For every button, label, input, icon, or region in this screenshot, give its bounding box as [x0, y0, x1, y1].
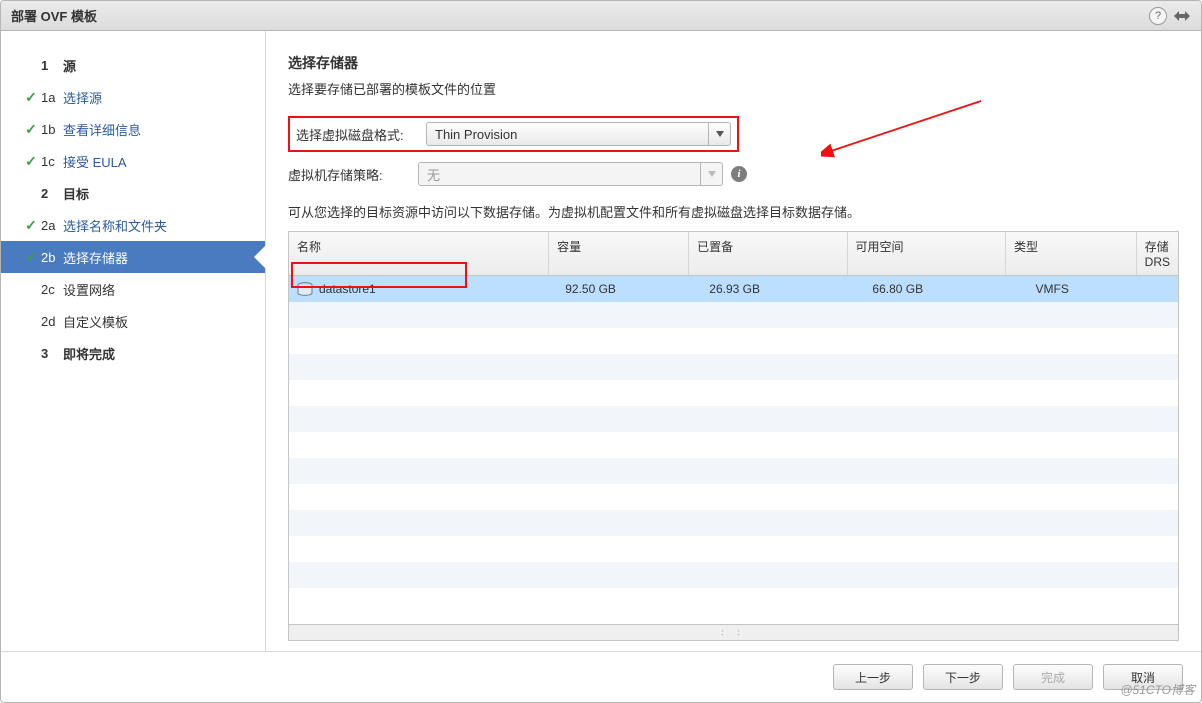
datastore-table: 名称 容量 已置备 可用空间 类型 存储 DRS datastore1 92.50…	[288, 231, 1179, 641]
check-icon: ✓	[21, 217, 41, 234]
page-title: 选择存储器	[288, 53, 1179, 73]
disk-format-row-highlight: 选择虚拟磁盘格式: Thin Provision	[288, 116, 739, 152]
ovf-deploy-dialog: 部署 OVF 模板 ? 1 源✓1a 选择源✓1b 查看详细信息✓1c 接受 E…	[0, 0, 1202, 703]
table-row	[289, 562, 1178, 588]
step-label: 源	[63, 56, 76, 75]
disk-format-label: 选择虚拟磁盘格式:	[296, 125, 426, 144]
step-label: 设置网络	[63, 280, 115, 299]
titlebar: 部署 OVF 模板 ?	[1, 1, 1201, 31]
next-button[interactable]: 下一步	[923, 664, 1003, 690]
step-number: 1c	[41, 154, 63, 169]
chevron-down-icon	[708, 123, 730, 145]
step-number: 3	[41, 346, 63, 361]
step-label: 查看详细信息	[63, 120, 141, 139]
table-header-row: 名称 容量 已置备 可用空间 类型 存储 DRS	[289, 232, 1178, 276]
col-header-drs[interactable]: 存储 DRS	[1137, 232, 1178, 275]
table-row	[289, 302, 1178, 328]
table-row[interactable]: datastore1 92.50 GB26.93 GB66.80 GBVMFS	[289, 276, 1178, 302]
step-label: 接受 EULA	[63, 152, 127, 171]
table-row	[289, 380, 1178, 406]
table-body: datastore1 92.50 GB26.93 GB66.80 GBVMFS	[289, 276, 1178, 624]
col-header-free[interactable]: 可用空间	[848, 232, 1006, 275]
wizard-step-1c[interactable]: ✓1c 接受 EULA	[1, 145, 265, 177]
wizard-step-1: 1 源	[1, 49, 265, 81]
cell-name: datastore1	[289, 282, 557, 296]
window-title: 部署 OVF 模板	[11, 6, 1149, 25]
cell-provisioned: 26.93 GB	[701, 282, 864, 296]
dock-icon[interactable]	[1173, 9, 1191, 23]
disk-format-select[interactable]: Thin Provision	[426, 122, 731, 146]
wizard-footer: 上一步 下一步 完成 取消	[1, 651, 1201, 702]
step-number: 2b	[41, 250, 63, 265]
step-label: 即将完成	[63, 344, 115, 363]
info-icon[interactable]: i	[731, 166, 747, 182]
wizard-step-2: 2 目标	[1, 177, 265, 209]
check-icon: ✓	[21, 89, 41, 106]
step-number: 2d	[41, 314, 63, 329]
step-number: 2a	[41, 218, 63, 233]
wizard-step-2b[interactable]: ✓2b 选择存储器	[1, 241, 265, 273]
cell-type: VMFS	[1028, 282, 1162, 296]
table-row	[289, 484, 1178, 510]
col-header-capacity[interactable]: 容量	[549, 232, 689, 275]
chevron-down-icon	[700, 163, 722, 185]
col-header-name[interactable]: 名称	[289, 232, 549, 275]
col-header-provisioned[interactable]: 已置备	[689, 232, 847, 275]
table-row	[289, 536, 1178, 562]
datastore-icon	[297, 282, 313, 296]
wizard-step-2d: 2d 自定义模板	[1, 305, 265, 337]
check-icon: ✓	[21, 249, 41, 266]
wizard-step-1b[interactable]: ✓1b 查看详细信息	[1, 113, 265, 145]
wizard-step-1a[interactable]: ✓1a 选择源	[1, 81, 265, 113]
step-number: 2c	[41, 282, 63, 297]
table-row	[289, 328, 1178, 354]
step-label: 选择存储器	[63, 248, 128, 267]
check-icon: ✓	[21, 121, 41, 138]
step-label: 选择名称和文件夹	[63, 216, 167, 235]
page-subtitle: 选择要存储已部署的模板文件的位置	[288, 79, 1179, 98]
table-row	[289, 510, 1178, 536]
help-icon[interactable]: ?	[1149, 7, 1167, 25]
cell-capacity: 92.50 GB	[557, 282, 701, 296]
storage-policy-value: 无	[427, 165, 440, 184]
wizard-steps-sidebar: 1 源✓1a 选择源✓1b 查看详细信息✓1c 接受 EULA2 目标✓2a 选…	[1, 31, 266, 651]
wizard-step-2a[interactable]: ✓2a 选择名称和文件夹	[1, 209, 265, 241]
table-row	[289, 588, 1178, 614]
watermark-text: @51CTO博客	[1120, 681, 1195, 698]
table-row	[289, 406, 1178, 432]
step-label: 目标	[63, 184, 89, 203]
table-row	[289, 432, 1178, 458]
storage-policy-label: 虚拟机存储策略:	[288, 165, 418, 184]
disk-format-value: Thin Provision	[435, 127, 517, 142]
step-number: 1b	[41, 122, 63, 137]
horizontal-scrollbar[interactable]: : :	[289, 624, 1178, 640]
step-label: 选择源	[63, 88, 102, 107]
storage-hint-text: 可从您选择的目标资源中访问以下数据存储。为虚拟机配置文件和所有虚拟磁盘选择目标数…	[288, 202, 1179, 221]
check-icon: ✓	[21, 153, 41, 170]
col-header-type[interactable]: 类型	[1006, 232, 1137, 275]
table-row	[289, 458, 1178, 484]
step-label: 自定义模板	[63, 312, 128, 331]
cell-free: 66.80 GB	[864, 282, 1027, 296]
finish-button: 完成	[1013, 664, 1093, 690]
step-number: 1a	[41, 90, 63, 105]
storage-policy-select: 无	[418, 162, 723, 186]
step-number: 1	[41, 58, 63, 73]
table-row	[289, 354, 1178, 380]
wizard-main-panel: 选择存储器 选择要存储已部署的模板文件的位置 选择虚拟磁盘格式: Thin Pr…	[266, 31, 1201, 651]
wizard-step-2c: 2c 设置网络	[1, 273, 265, 305]
back-button[interactable]: 上一步	[833, 664, 913, 690]
wizard-step-3: 3 即将完成	[1, 337, 265, 369]
datastore-name: datastore1	[319, 282, 376, 296]
step-number: 2	[41, 186, 63, 201]
